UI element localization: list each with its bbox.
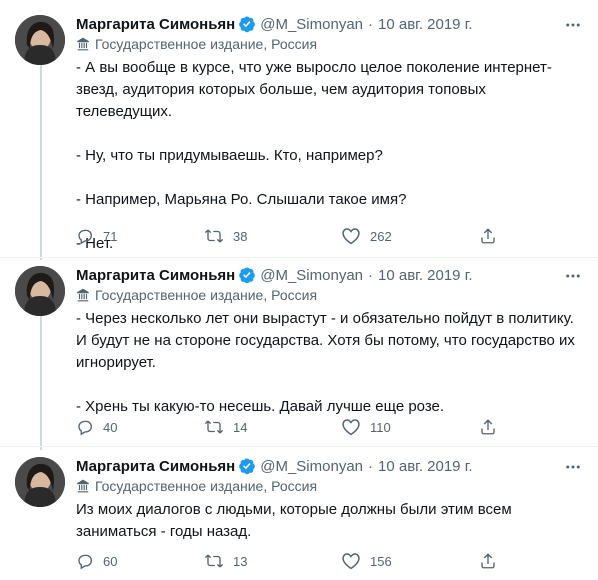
state-media-icon	[76, 37, 90, 51]
tweet-actions: 40 14 110	[76, 418, 516, 438]
retweet-icon	[204, 420, 224, 434]
reply-count: 40	[103, 419, 118, 435]
state-media-label-text: Государственное издание, Россия	[95, 478, 318, 494]
like-button[interactable]: 110	[341, 418, 391, 436]
avatar[interactable]	[15, 266, 65, 316]
tweet-actions: 60 13 156	[76, 552, 516, 572]
state-media-icon	[76, 479, 90, 493]
reply-icon	[78, 554, 92, 570]
share-icon	[481, 553, 495, 569]
tweet-text: Из моих диалогов с людьми, которые должн…	[76, 499, 516, 543]
like-button[interactable]: 262	[341, 227, 392, 245]
like-count: 110	[370, 419, 391, 435]
tweet-date[interactable]: 10 авг. 2019 г.	[378, 267, 472, 284]
like-count: 156	[370, 553, 392, 569]
separator-dot: ·	[368, 457, 374, 475]
more-horizontal-icon[interactable]	[564, 458, 582, 480]
verified-badge-icon	[238, 266, 256, 284]
verified-badge-icon	[238, 15, 256, 33]
tweet-text: - Через несколько лет они вырастут - и о…	[76, 308, 581, 418]
tweet-paragraph: - Хрень ты какую-то несешь. Давай лучше …	[76, 398, 445, 415]
like-icon	[342, 553, 360, 570]
retweet-icon	[204, 229, 224, 243]
reply-count: 60	[103, 553, 118, 569]
retweet-button[interactable]: 13	[204, 552, 247, 570]
author-name[interactable]: Маргарита Симоньян	[76, 458, 235, 475]
retweet-icon	[204, 554, 224, 568]
reply-button[interactable]: 40	[76, 418, 117, 436]
share-icon	[481, 228, 495, 244]
like-button[interactable]: 156	[341, 552, 392, 570]
tweet-paragraph: - А вы вообще в курсе, что уже выросло ц…	[76, 59, 552, 120]
tweet-header: Маргарита Симоньян @M_Simonyan · 10 авг.…	[76, 455, 473, 477]
author-handle[interactable]: @M_Simonyan	[260, 267, 363, 284]
tweet-paragraph: Из моих диалогов с людьми, которые должн…	[76, 501, 512, 540]
divider	[0, 257, 598, 258]
tweet-date[interactable]: 10 авг. 2019 г.	[378, 16, 472, 33]
state-media-icon	[76, 288, 90, 302]
retweet-button[interactable]: 38	[204, 227, 247, 245]
tweet[interactable]: Маргарита Симоньян @M_Simonyan · 10 авг.…	[0, 264, 598, 444]
separator-dot: ·	[368, 266, 374, 284]
avatar[interactable]	[15, 457, 65, 507]
state-media-label-text: Государственное издание, Россия	[95, 36, 318, 52]
retweet-count: 13	[233, 553, 248, 569]
share-button[interactable]	[479, 227, 506, 245]
share-button[interactable]	[479, 552, 506, 570]
retweet-button[interactable]: 14	[204, 418, 247, 436]
author-handle[interactable]: @M_Simonyan	[260, 16, 363, 33]
separator-dot: ·	[368, 15, 374, 33]
state-media-label-text: Государственное издание, Россия	[95, 287, 318, 303]
state-media-label[interactable]: Государственное издание, Россия	[76, 287, 317, 303]
tweet-paragraph: - Через несколько лет они вырастут - и о…	[76, 310, 575, 371]
retweet-count: 14	[233, 419, 248, 435]
tweet-actions: 71 38 262	[76, 227, 516, 247]
verified-badge-icon	[238, 457, 256, 475]
like-count: 262	[370, 228, 392, 244]
reply-count: 71	[103, 228, 118, 244]
author-name[interactable]: Маргарита Симоньян	[76, 267, 235, 284]
tweet-date[interactable]: 10 авг. 2019 г.	[378, 458, 472, 475]
state-media-label[interactable]: Государственное издание, Россия	[76, 478, 317, 494]
state-media-label[interactable]: Государственное издание, Россия	[76, 36, 317, 52]
reply-icon	[78, 229, 92, 245]
share-icon	[481, 419, 495, 435]
more-horizontal-icon[interactable]	[564, 267, 582, 289]
tweet-paragraph: - Например, Марьяна Ро. Слышали такое им…	[76, 191, 407, 208]
author-name[interactable]: Маргарита Симоньян	[76, 16, 235, 33]
tweet[interactable]: Маргарита Симоньян @M_Simonyan · 10 авг.…	[0, 455, 598, 580]
tweet-header: Маргарита Симоньян @M_Simonyan · 10 авг.…	[76, 13, 473, 35]
reply-button[interactable]: 60	[76, 552, 117, 570]
like-icon	[342, 228, 360, 245]
reply-icon	[78, 420, 92, 436]
author-handle[interactable]: @M_Simonyan	[260, 458, 363, 475]
tweet-header: Маргарита Симоньян @M_Simonyan · 10 авг.…	[76, 264, 473, 286]
like-icon	[342, 419, 360, 436]
tweet-text: - А вы вообще в курсе, что уже выросло ц…	[76, 57, 581, 255]
tweet[interactable]: Маргарита Симоньян @M_Simonyan · 10 авг.…	[0, 13, 598, 253]
reply-button[interactable]: 71	[76, 227, 117, 245]
avatar[interactable]	[15, 15, 65, 65]
tweet-paragraph: - Ну, что ты придумываешь. Кто, например…	[76, 147, 383, 164]
retweet-count: 38	[233, 228, 248, 244]
more-horizontal-icon[interactable]	[564, 16, 582, 38]
divider	[0, 446, 598, 447]
share-button[interactable]	[479, 418, 506, 436]
